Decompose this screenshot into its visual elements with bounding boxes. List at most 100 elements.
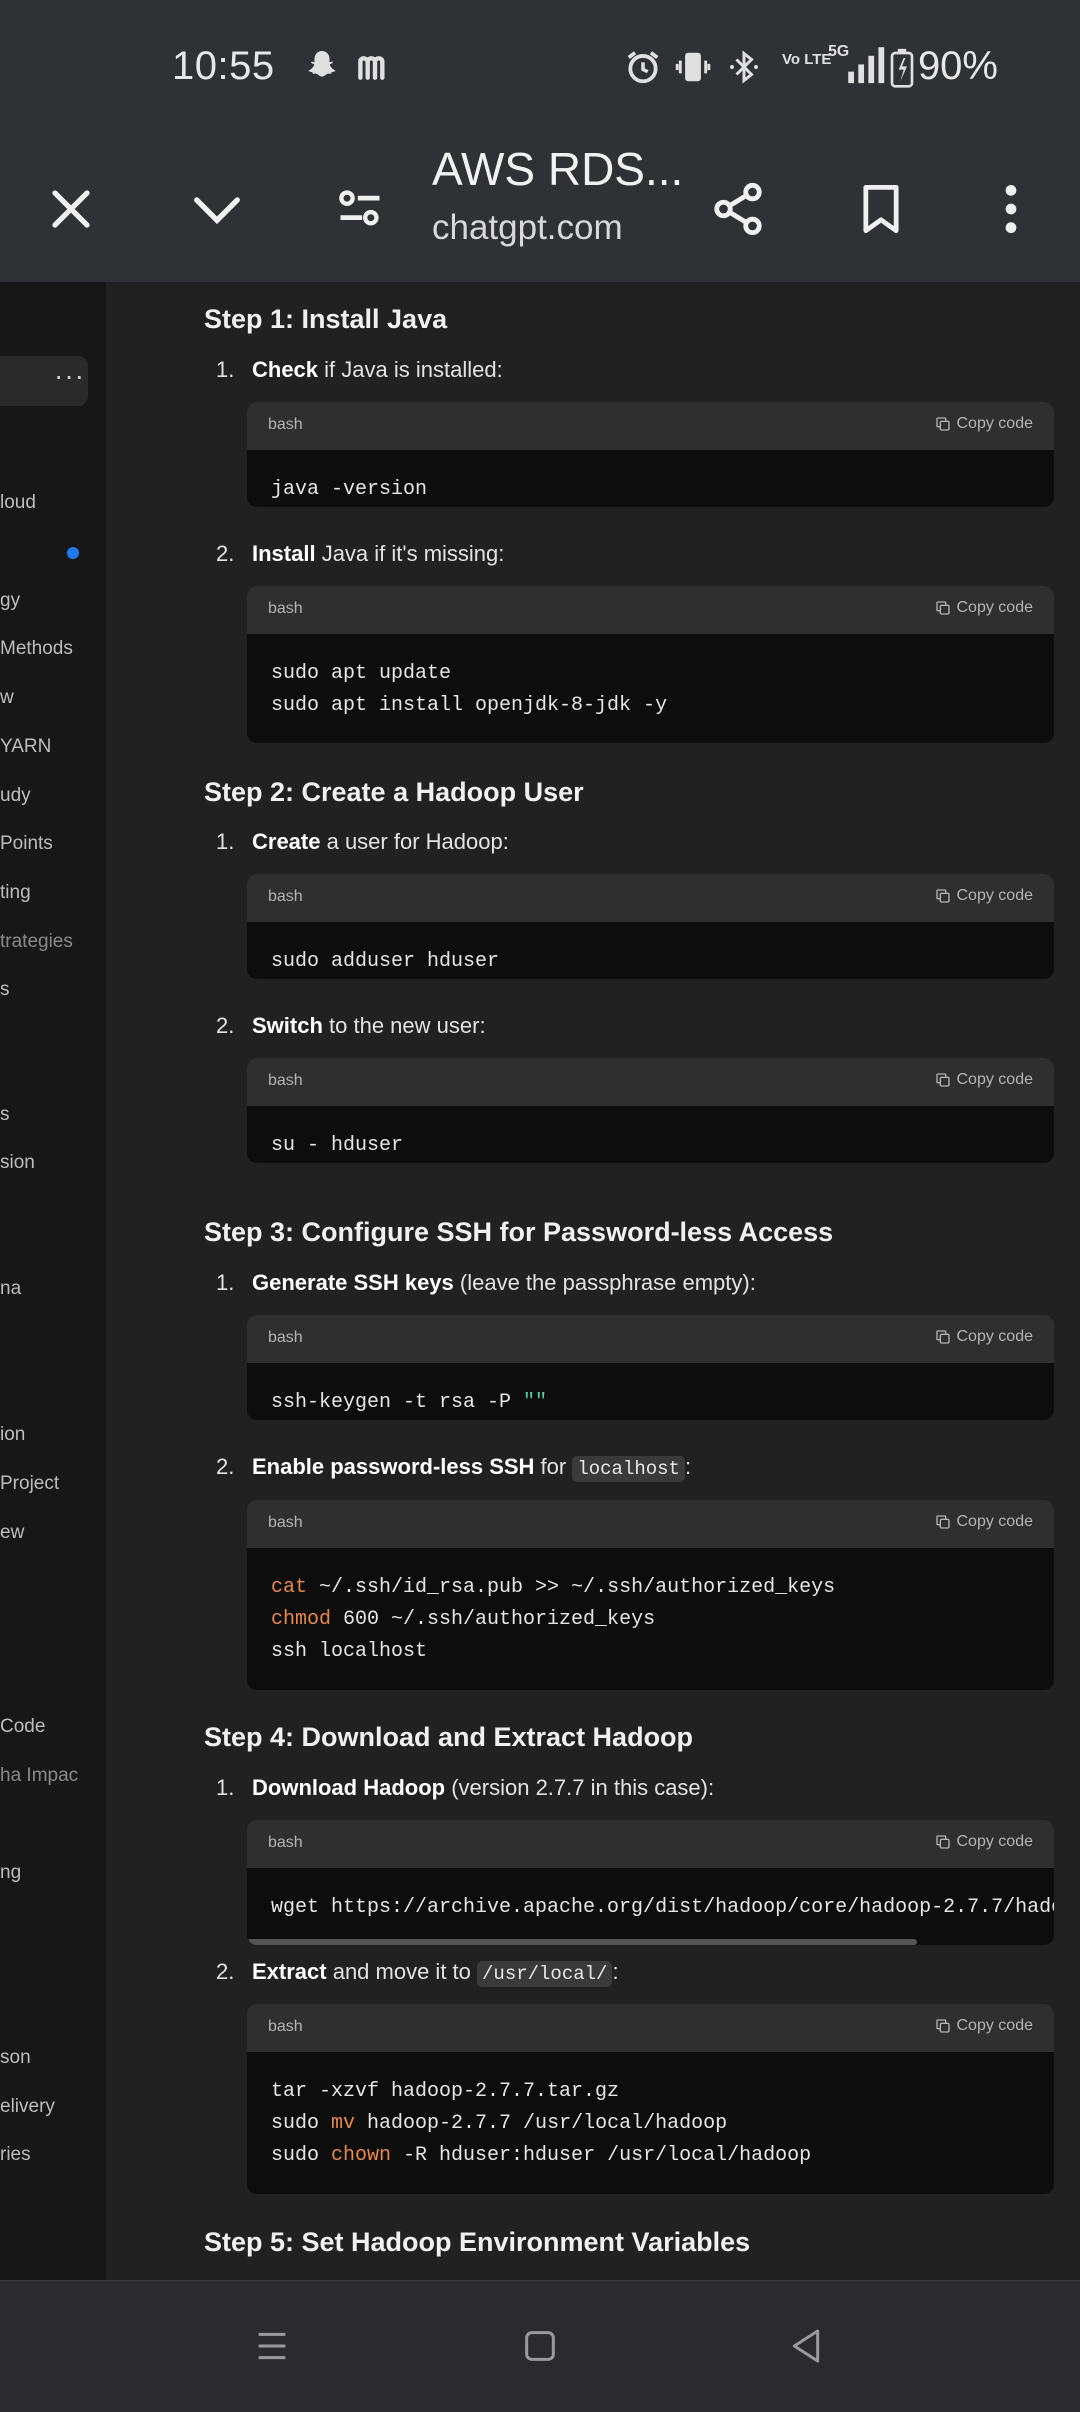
copy-icon [935, 601, 950, 615]
back-icon [792, 2329, 820, 2363]
share-icon [714, 182, 762, 236]
code-text: ssh-keygen -t rsa -P "" [271, 1391, 548, 1414]
copy-code-button[interactable]: Copy code [935, 599, 1033, 617]
share-button[interactable] [683, 136, 793, 282]
copy-icon [935, 889, 950, 903]
code-text: cat ~/.ssh/id_rsa.pub >> ~/.ssh/authoriz… [271, 1576, 836, 1663]
code-block: bash Copy code sudo adduser hduser [247, 874, 1054, 979]
step2-heading: Step 2: Create a Hadoop User [204, 777, 584, 807]
sidebar-item[interactable]: ha Impac [0, 1765, 78, 1787]
list-item: 2. Install Java if it's missing: [216, 541, 505, 566]
code-block: bash Copy code wget https://archive.apac… [247, 1820, 1054, 1945]
m-notification-icon [356, 48, 394, 93]
list-item: 2. Extract and move it to /usr/local/: [216, 1959, 619, 1987]
close-tab-button[interactable] [16, 136, 126, 282]
copy-icon [935, 1330, 950, 1344]
list-item: 2. Enable password-less SSH for localhost… [216, 1454, 692, 1482]
close-icon [52, 190, 90, 228]
sidebar-item[interactable]: gy [0, 590, 20, 612]
svg-text:5G: 5G [828, 43, 849, 60]
url-label[interactable]: chatgpt.com [432, 208, 623, 248]
back-button[interactable] [766, 2311, 846, 2381]
step3-heading: Step 3: Configure SSH for Password-less … [204, 1217, 834, 1247]
site-settings-button[interactable] [305, 136, 415, 282]
tab-title: AWS RDS... [432, 143, 684, 195]
code-language: bash [268, 416, 303, 433]
sidebar-item[interactable]: ries [0, 2144, 31, 2166]
sidebar-item[interactable]: YARN [0, 736, 51, 758]
sidebar-item[interactable]: sion [0, 1152, 35, 1174]
code-text: sudo apt update sudo apt install openjdk-… [271, 662, 668, 717]
collapse-button[interactable] [162, 136, 272, 282]
inline-code: /usr/local/ [477, 1961, 613, 1987]
code-block: bash Copy code java -version [247, 402, 1054, 507]
battery-percent: 90% [917, 44, 998, 88]
step1-item1-text: if Java is installed: [318, 357, 503, 382]
code-text: sudo adduser hduser [271, 950, 500, 973]
sidebar-item[interactable]: ting [0, 882, 31, 904]
sidebar-item[interactable]: w [0, 687, 14, 709]
sidebar-item[interactable]: Points [0, 833, 53, 855]
home-icon [525, 2331, 555, 2361]
sidebar-item[interactable]: Project [0, 1473, 59, 1495]
sidebar-item[interactable]: s [0, 979, 10, 1001]
step1-item1-bold: Check [252, 357, 319, 382]
copy-code-button[interactable]: Copy code [935, 1833, 1033, 1851]
more-options-button[interactable] [956, 136, 1066, 282]
copy-icon [935, 2019, 950, 2033]
recent-apps-button[interactable] [232, 2311, 312, 2381]
system-nav-bar [0, 2280, 1080, 2412]
sidebar-item[interactable]: Methods [0, 638, 73, 660]
copy-code-button[interactable]: Copy code [935, 1513, 1033, 1531]
code-block: bash Copy code su - hduser [247, 1058, 1054, 1163]
battery-icon [890, 48, 914, 97]
sidebar-item[interactable]: ew [0, 1522, 24, 1544]
list-item: 1. Generate SSH keys (leave the passphras… [216, 1270, 756, 1295]
step5-heading: Step 5: Set Hadoop Environment Variables [204, 2227, 751, 2257]
home-button[interactable] [500, 2311, 580, 2381]
sidebar-item[interactable]: ion [0, 1424, 25, 1446]
more-options-icon[interactable]: ··· [54, 360, 85, 392]
list-item: 2. Switch to the new user: [216, 1013, 486, 1038]
bookmark-button[interactable] [826, 136, 936, 282]
copy-code-button[interactable]: Copy code [935, 415, 1033, 433]
copy-icon [935, 1835, 950, 1849]
code-block: bash Copy code cat ~/.ssh/id_rsa.pub >> … [247, 1500, 1054, 1690]
list-item: 1. Create a user for Hadoop: [216, 829, 509, 854]
recent-apps-icon [258, 2332, 286, 2360]
more-vert-icon [1005, 184, 1017, 234]
sidebar-item[interactable]: loud [0, 492, 36, 514]
sidebar-item[interactable]: Code [0, 1716, 45, 1738]
inline-code: localhost [572, 1456, 685, 1482]
status-time: 10:55 [172, 44, 275, 88]
code-block: bash Copy code tar -xzvf hadoop-2.7.7.ta… [247, 2004, 1054, 2194]
status-bar: 10:55 Vo LTE 5G 90% [0, 0, 1080, 136]
sidebar-item[interactable]: udy [0, 785, 31, 807]
sidebar-item[interactable]: son [0, 2047, 31, 2069]
chat-message-content: Step 1: Install Java 1. Check if Java is … [106, 282, 1080, 2280]
copy-code-button[interactable]: Copy code [935, 2017, 1033, 2035]
list-item: 1. Check if Java is installed: [216, 357, 503, 382]
5g-signal-icon: 5G [822, 40, 886, 95]
step1-heading: Step 1: Install Java [204, 304, 448, 334]
sidebar-item[interactable]: elivery [0, 2096, 55, 2118]
code-text: tar -xzvf hadoop-2.7.7.tar.gz sudo mv had… [271, 2080, 812, 2167]
sidebar-item[interactable]: ng [0, 1862, 21, 1884]
code-text: su - hduser [271, 1134, 404, 1157]
chevron-down-icon [194, 197, 240, 225]
sidebar-item[interactable]: na [0, 1278, 21, 1300]
copy-icon [935, 1073, 950, 1087]
copy-code-button[interactable]: Copy code [935, 1328, 1033, 1346]
sidebar-item[interactable]: trategies [0, 931, 73, 953]
tune-icon [339, 190, 380, 226]
copy-code-button[interactable]: Copy code [935, 1071, 1033, 1089]
code-text: wget https://archive.apache.org/dist/had… [271, 1896, 1054, 1919]
copy-code-button[interactable]: Copy code [935, 887, 1033, 905]
bookmark-icon [863, 184, 899, 234]
code-text: java -version [271, 478, 428, 501]
horizontal-scrollbar[interactable] [247, 1939, 917, 1945]
sidebar-item[interactable]: s [0, 1104, 10, 1126]
chat-history-sidebar: ··· loud gy Methods w YARN udy Points ti… [0, 282, 106, 2280]
step4-heading: Step 4: Download and Extract Hadoop [204, 1722, 694, 1752]
alarm-icon [624, 48, 662, 95]
